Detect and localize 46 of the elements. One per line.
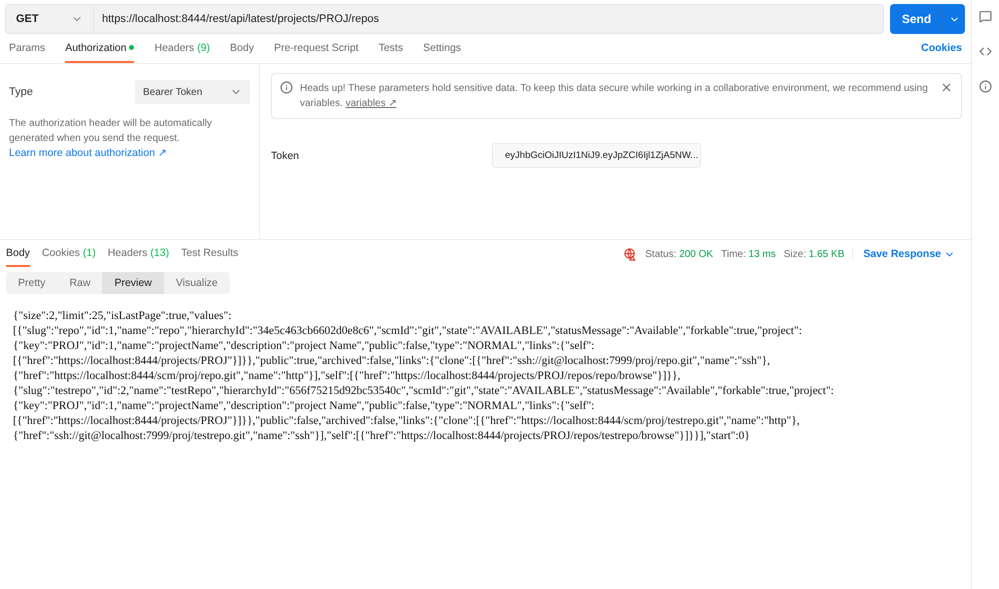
- request-tab[interactable]: Pre-request Script: [274, 34, 359, 63]
- preview-line: {"slug":"testrepo","id":2,"name":"testRepo","hierarchyId":"656f75215d92bc53540c","scmId":"git","state":"AVAILABLE","statusMessage":"Available","forkable":true,"project":: [13, 384, 835, 399]
- save-response-button[interactable]: Save Response: [852, 248, 955, 260]
- preview-line: {"href":"ssh://git@localhost:7999/proj/testrepo.git","name":"ssh"}],"self":[{"href":"https://localhost:8444/projects/PROJ/repos/testrepo/browse"}]}}],"start":0}: [13, 429, 751, 444]
- request-tab[interactable]: Authorization: [65, 34, 134, 63]
- info-icon: [280, 81, 293, 94]
- globe-warning-icon: [624, 248, 638, 260]
- preview-line: [{"slug":"repo","id":1,"name":"repo","hierarchyId":"34e5c463cb6602d0e8c6","scmId":"git","state":"AVAILABLE","statusMessage":"Available","forkable":true,"project":: [13, 324, 803, 339]
- request-tab[interactable]: Params: [9, 34, 46, 63]
- request-tab[interactable]: Headers (9): [154, 34, 210, 63]
- learn-more-link[interactable]: Learn more about authorization ↗: [9, 147, 167, 159]
- type-label: Type: [9, 86, 33, 98]
- view-mode-tab[interactable]: Preview: [102, 272, 164, 294]
- request-tab[interactable]: Body: [230, 34, 254, 63]
- response-tab[interactable]: Cookies (1): [42, 241, 96, 267]
- cookies-link[interactable]: Cookies: [921, 42, 962, 54]
- code-icon[interactable]: [979, 45, 992, 58]
- auth-description: The authorization header will be automatically generated when you send the request.: [9, 117, 213, 146]
- info-icon[interactable]: [979, 80, 992, 93]
- request-tab[interactable]: Tests: [378, 34, 404, 63]
- view-mode-tab[interactable]: Raw: [57, 272, 102, 294]
- url-input[interactable]: https://localhost:8444/rest/api/latest/projects/PROJ/repos: [94, 5, 379, 33]
- size-text: Size: 1.65 KB: [784, 248, 844, 260]
- variables-link[interactable]: variables ↗: [346, 98, 396, 109]
- response-tab[interactable]: Headers (13): [108, 241, 170, 267]
- request-tab[interactable]: Settings: [423, 34, 462, 63]
- view-mode-tab[interactable]: Pretty: [6, 272, 58, 294]
- send-button[interactable]: Send: [890, 4, 965, 34]
- preview-line: {"size":2,"limit":25,"isLastPage":true,"values":: [13, 309, 232, 324]
- token-field[interactable]: eyJhbGciOiJIUzI1NiJ9.eyJpZCI6Ijl1ZjA5NW...: [492, 143, 701, 168]
- comment-icon[interactable]: [979, 10, 992, 23]
- response-tab[interactable]: Body: [6, 241, 30, 267]
- preview-line: {"key":"PROJ","id":1,"name":"projectName","description":"project Name","public":false,"type":"NORMAL","links":{"self":: [13, 339, 596, 354]
- token-label: Token: [271, 150, 300, 162]
- method-dropdown[interactable]: GET: [6, 5, 94, 33]
- preview-line: {"key":"PROJ","id":1,"name":"projectName","description":"project Name","public":false,"type":"NORMAL","links":{"self":: [13, 399, 596, 414]
- preview-line: {"href":"https://localhost:8444/scm/proj/repo.git","name":"http"}],"self":[{"href":"https://localhost:8444/projects/PROJ/repos/repo/browse"}]}},: [13, 369, 682, 384]
- status-text: Status: 200 OK: [645, 248, 714, 260]
- preview-line: [{"href":"https://localhost:8444/projects/PROJ"}]}},"public":true,"archived":false,"links":{"clone":[{"href":"ssh://git@localhost:7999/proj/repo.git","name":"ssh"},: [13, 354, 771, 369]
- preview-line: [{"href":"https://localhost:8444/projects/PROJ"}]}},"public":false,"archived":false,"links":{"clone":[{"href":"https://localhost:8444/scm/proj/testrepo.git","name":"http"},: [13, 414, 801, 429]
- notice-text: Heads up! These parameters hold sensitive data. To keep this data secure while working in a collaborative environment, we recommend using variables. variables ↗: [300, 82, 929, 111]
- close-icon[interactable]: [940, 81, 953, 94]
- auth-type-dropdown[interactable]: Bearer Token: [135, 80, 250, 104]
- view-mode-tab[interactable]: Visualize: [164, 272, 230, 294]
- response-tab[interactable]: Test Results: [181, 241, 238, 267]
- time-text: Time: 13 ms: [721, 248, 776, 260]
